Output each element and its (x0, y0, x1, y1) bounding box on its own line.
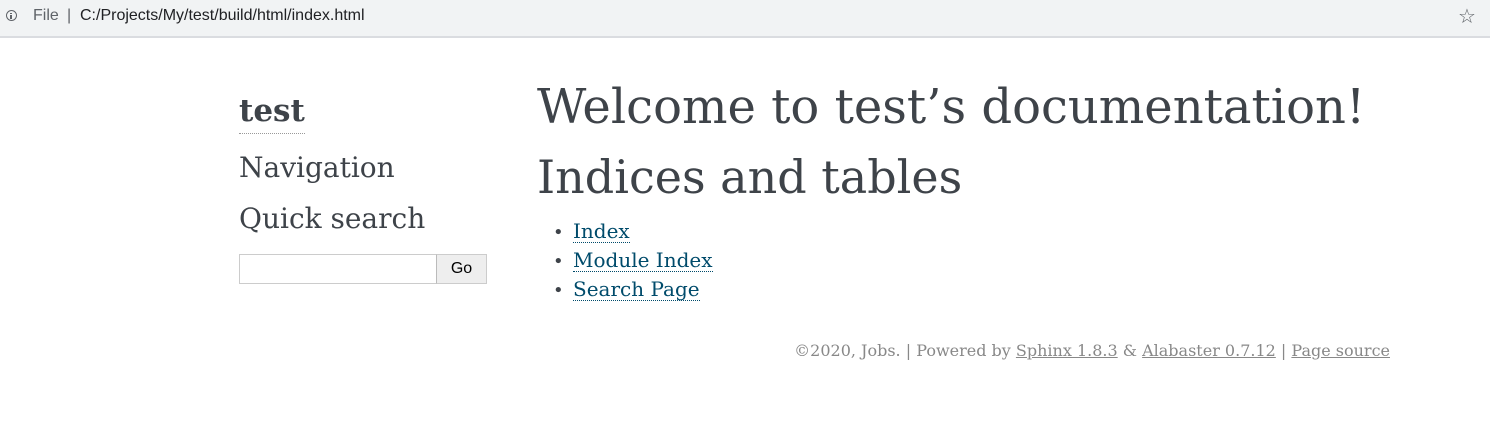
navigation-heading: Navigation (239, 151, 395, 184)
go-button[interactable]: Go (436, 254, 487, 284)
info-icon[interactable] (6, 10, 17, 21)
bullet-icon: • (553, 251, 564, 272)
bullet-icon: • (553, 280, 564, 301)
quick-search-heading: Quick search (239, 202, 426, 235)
project-logo-link[interactable]: test (239, 90, 305, 134)
list-item: • Search Page (537, 276, 713, 305)
scheme-divider: | (67, 7, 72, 24)
search-input[interactable] (239, 254, 437, 284)
list-item: • Index (537, 218, 713, 247)
scheme-label[interactable]: File (33, 7, 59, 25)
address-bar[interactable]: File | C:/Projects/My/test/build/html/in… (0, 0, 1490, 38)
alabaster-link[interactable]: Alabaster 0.7.12 (1142, 341, 1276, 360)
sphinx-link[interactable]: Sphinx 1.8.3 (1016, 341, 1118, 360)
list-item: • Module Index (537, 247, 713, 276)
footer: ©2020, Jobs. | Powered by Sphinx 1.8.3 &… (794, 340, 1390, 362)
footer-copyright: ©2020, Jobs. | Powered by (794, 341, 1016, 360)
module-index-link[interactable]: Module Index (573, 249, 713, 272)
section-title: Indices and tables (537, 150, 963, 204)
index-links-list: • Index • Module Index • Search Page (537, 218, 713, 305)
bullet-icon: • (553, 222, 564, 243)
search-page-link[interactable]: Search Page (573, 278, 700, 301)
index-link[interactable]: Index (573, 220, 630, 243)
footer-separator: | (1275, 341, 1292, 360)
page-title: Welcome to test’s documentation! (537, 79, 1366, 135)
url-text[interactable]: C:/Projects/My/test/build/html/index.htm… (80, 7, 365, 25)
page-source-link[interactable]: Page source (1291, 341, 1390, 360)
footer-ampersand: & (1117, 341, 1143, 360)
bookmark-star-icon[interactable]: ☆ (1458, 4, 1476, 28)
